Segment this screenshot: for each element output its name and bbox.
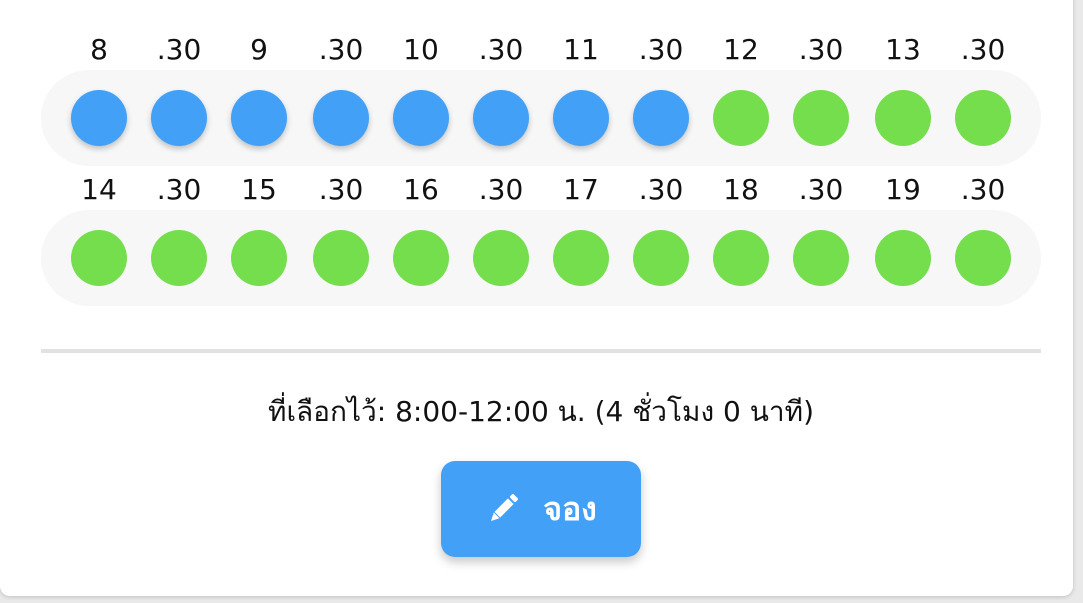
time-slot-dot[interactable] [633,230,689,286]
time-slot-dot[interactable] [955,90,1011,146]
time-label: 11 [563,33,599,66]
time-slot-dot[interactable] [473,90,529,146]
time-label: .30 [318,173,364,206]
time-label: 8 [90,33,108,66]
time-slot-dot[interactable] [313,90,369,146]
time-slot-dot[interactable] [231,90,287,146]
time-label: 12 [723,33,759,66]
time-slot-dot[interactable] [151,90,207,146]
time-slot-dot[interactable] [875,90,931,146]
time-slot-dot[interactable] [151,230,207,286]
time-slot-dot[interactable] [71,230,127,286]
time-label: .30 [478,33,524,66]
time-label: .30 [156,33,202,66]
book-button-label: จอง [543,489,597,528]
time-label: 10 [403,33,439,66]
time-label: .30 [318,33,364,66]
time-label: 9 [250,33,268,66]
time-slot-dot[interactable] [875,230,931,286]
time-label: 18 [723,173,759,206]
time-label: 16 [403,173,439,206]
time-slot-dot[interactable] [793,90,849,146]
slot-track-row-2 [41,210,1041,306]
slot-row-2: 14 .30 15 .30 16 .30 17 .30 18 .30 19 .3… [41,170,1041,306]
time-slot-dot[interactable] [473,230,529,286]
time-labels-row-2: 14 .30 15 .30 16 .30 17 .30 18 .30 19 .3… [41,170,1041,210]
time-slot-dot[interactable] [633,90,689,146]
book-button[interactable]: จอง [441,461,641,557]
time-slot-dot[interactable] [553,90,609,146]
time-slot-dot[interactable] [793,230,849,286]
time-label: .30 [638,173,684,206]
time-slot-dot[interactable] [393,230,449,286]
time-label: 17 [563,173,599,206]
time-label: 19 [885,173,921,206]
time-labels-row-1: 8 .30 9 .30 10 .30 11 .30 12 .30 13 .30 [41,30,1041,70]
time-label: .30 [798,33,844,66]
time-slot-dot[interactable] [71,90,127,146]
slot-track-row-1 [41,70,1041,166]
slot-row-1: 8 .30 9 .30 10 .30 11 .30 12 .30 13 .30 [41,30,1041,166]
time-slot-dot[interactable] [955,230,1011,286]
time-slot-dot[interactable] [313,230,369,286]
selection-summary: ที่เลือกไว้: 8:00-12:00 น. (4 ชั่วโมง 0 … [268,395,814,428]
time-slot-dot[interactable] [231,230,287,286]
time-label: .30 [960,173,1006,206]
time-slot-dot[interactable] [713,90,769,146]
time-label: 14 [81,173,117,206]
time-label: 13 [885,33,921,66]
time-label: .30 [156,173,202,206]
time-slot-dot[interactable] [393,90,449,146]
time-label: .30 [798,173,844,206]
time-label: .30 [638,33,684,66]
pencil-icon [485,491,521,527]
time-label: .30 [960,33,1006,66]
time-slot-dot[interactable] [713,230,769,286]
time-label: .30 [478,173,524,206]
time-label: 15 [241,173,277,206]
divider [41,349,1041,353]
time-slot-dot[interactable] [553,230,609,286]
booking-card: 8 .30 9 .30 10 .30 11 .30 12 .30 13 .30 [0,0,1073,596]
